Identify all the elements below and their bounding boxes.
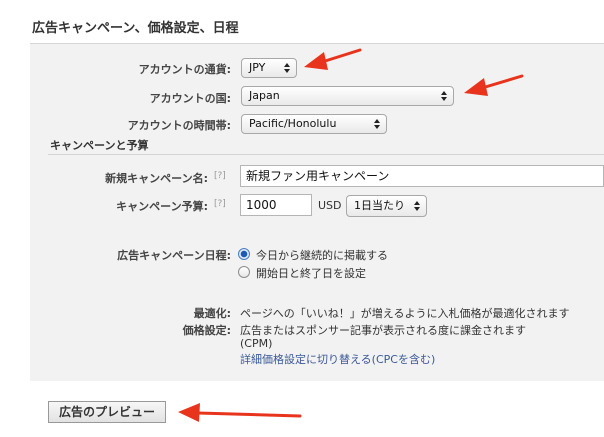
schedule-continuous-label[interactable]: 今日から継続的に掲載する xyxy=(256,247,388,263)
select-arrows-icon xyxy=(284,63,290,73)
optimize-label: 最適化: xyxy=(193,307,231,320)
select-arrows-icon xyxy=(374,119,380,129)
campaign-name-input[interactable]: 新規ファン用キャンペーン xyxy=(240,165,604,187)
section-divider xyxy=(48,154,604,155)
currency-value: JPY xyxy=(249,61,266,74)
budget-period-select[interactable]: 1日当たり xyxy=(346,195,427,217)
select-arrows-icon xyxy=(441,91,447,101)
optimize-text: ページへの「いいね！」が増えるように入札価格が最適化されます xyxy=(240,307,570,320)
select-arrows-icon xyxy=(414,201,420,211)
ad-preview-button[interactable]: 広告のプレビュー xyxy=(48,401,166,423)
schedule-range-radio[interactable] xyxy=(238,266,250,278)
price-text: 広告またはスポンサー記事が表示される度に課金されます xyxy=(240,324,526,337)
schedule-continuous-radio[interactable] xyxy=(238,248,250,260)
price-label: 価格設定: xyxy=(182,324,231,337)
schedule-range-label[interactable]: 開始日と終了日を設定 xyxy=(256,265,366,281)
timezone-select[interactable]: Pacific/Honolulu xyxy=(241,114,387,134)
schedule-label: 広告キャンペーン日程: xyxy=(117,249,231,262)
country-label: アカウントの国: xyxy=(149,92,231,105)
campaign-budget-help[interactable]: [?] xyxy=(214,199,226,209)
currency-select[interactable]: JPY xyxy=(241,58,297,78)
advanced-pricing-link[interactable]: 詳細価格設定に切り替える(CPCを含む) xyxy=(240,351,435,367)
timezone-value: Pacific/Honolulu xyxy=(249,117,337,130)
budget-input[interactable]: 1000 xyxy=(240,194,312,216)
budget-currency: USD xyxy=(318,199,342,212)
price-unit: (CPM) xyxy=(240,337,273,350)
section-title: 広告キャンペーン、価格設定、日程 xyxy=(32,21,239,36)
country-value: Japan xyxy=(249,89,280,102)
budget-period-value: 1日当たり xyxy=(354,199,405,212)
campaign-budget-heading: キャンペーンと予算 xyxy=(50,139,149,152)
campaign-budget-label: キャンペーン予算: xyxy=(116,200,208,213)
campaign-name-label: 新規キャンペーン名: xyxy=(105,172,208,185)
currency-label: アカウントの通貨: xyxy=(138,63,231,76)
timezone-label: アカウントの時間帯: xyxy=(127,119,231,132)
campaign-name-help[interactable]: [?] xyxy=(214,171,226,181)
country-select[interactable]: Japan xyxy=(241,86,454,106)
